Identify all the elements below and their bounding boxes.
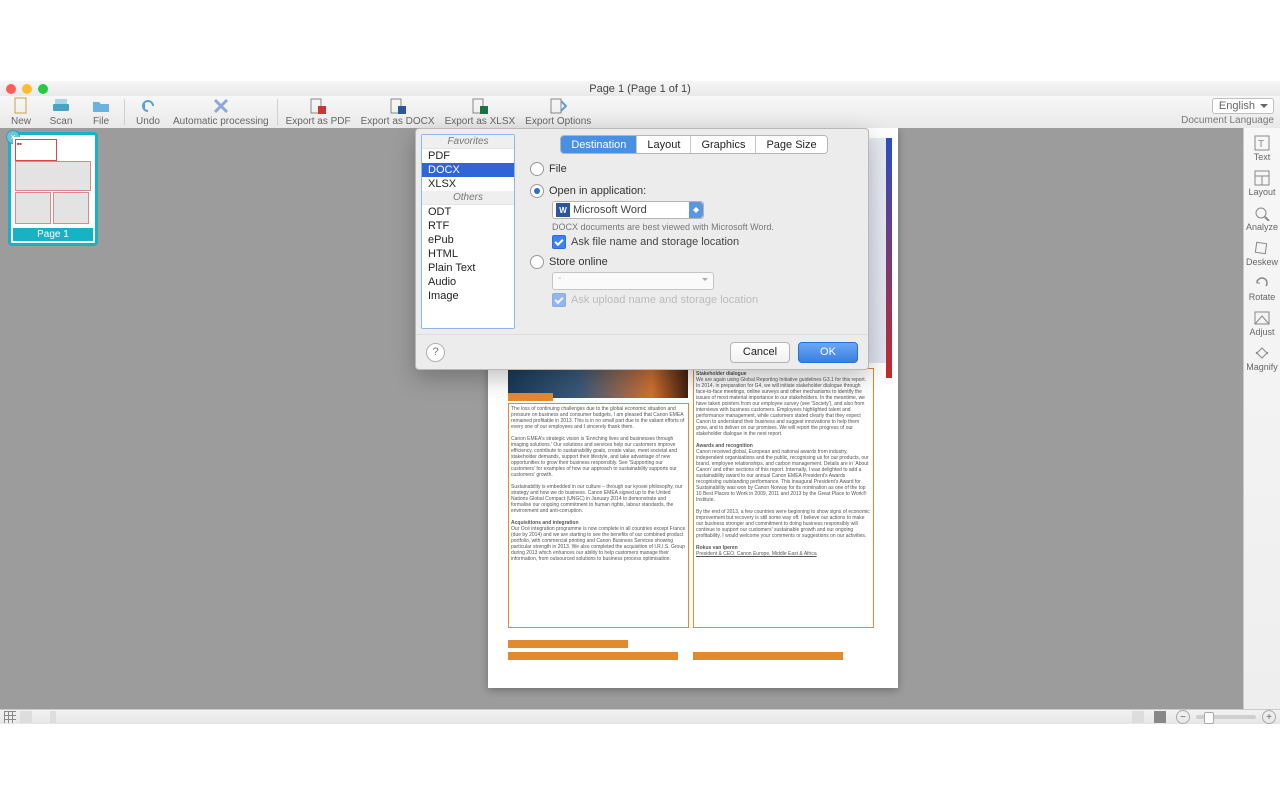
format-audio[interactable]: Audio bbox=[422, 275, 514, 289]
undo-icon bbox=[139, 97, 157, 115]
checkbox-ask-filename[interactable] bbox=[552, 235, 566, 249]
page-view-icon[interactable] bbox=[20, 711, 32, 723]
cross-icon bbox=[212, 97, 230, 115]
radio-open-app[interactable] bbox=[530, 184, 544, 198]
zoom-out-button[interactable]: − bbox=[1176, 710, 1190, 724]
status-bar: − + bbox=[0, 709, 1280, 724]
store-online-dropdown: - bbox=[552, 272, 714, 290]
window-title: Page 1 (Page 1 of 1) bbox=[0, 83, 1280, 95]
analyze-tool-button[interactable]: Analyze bbox=[1244, 202, 1280, 235]
thumbnail-label: Page 1 bbox=[13, 228, 93, 241]
layout-tool-button[interactable]: Layout bbox=[1244, 167, 1280, 200]
folder-icon bbox=[92, 97, 110, 115]
deskew-icon bbox=[1253, 240, 1271, 256]
text-icon: T bbox=[1253, 135, 1271, 151]
layout-icon bbox=[1253, 170, 1271, 186]
grid-view-icon[interactable] bbox=[4, 711, 16, 723]
export-pdf-button[interactable]: Export as PDF bbox=[286, 97, 351, 127]
format-pdf[interactable]: PDF bbox=[422, 149, 514, 163]
zoom-slider[interactable] bbox=[1196, 715, 1256, 719]
language-selector: English Document Language bbox=[1181, 98, 1274, 126]
export-options-icon bbox=[549, 97, 567, 115]
magnify-icon bbox=[1253, 345, 1271, 361]
format-image[interactable]: Image bbox=[422, 289, 514, 303]
format-plaintext[interactable]: Plain Text bbox=[422, 261, 514, 275]
split-view-icon[interactable] bbox=[50, 711, 56, 723]
format-xlsx[interactable]: XLSX bbox=[422, 177, 514, 191]
new-button[interactable]: New bbox=[6, 97, 36, 127]
tab-destination[interactable]: Destination bbox=[561, 136, 637, 153]
dialog-tabs: Destination Layout Graphics Page Size bbox=[560, 135, 827, 154]
tab-graphics[interactable]: Graphics bbox=[691, 136, 756, 153]
export-xlsx-button[interactable]: Export as XLSX bbox=[445, 97, 516, 127]
export-options-dialog: Favorites PDF DOCX XLSX Others ODT RTF e… bbox=[415, 128, 869, 370]
svg-text:T: T bbox=[1258, 139, 1264, 150]
ok-button[interactable]: OK bbox=[798, 342, 858, 363]
dialog-footer: ? Cancel OK bbox=[416, 334, 868, 369]
rotate-tool-button[interactable]: Rotate bbox=[1244, 272, 1280, 305]
rotate-icon bbox=[1253, 275, 1271, 291]
docx-export-icon bbox=[389, 97, 407, 115]
radio-file[interactable] bbox=[530, 162, 544, 176]
tab-page-size[interactable]: Page Size bbox=[756, 136, 826, 153]
help-button[interactable]: ? bbox=[426, 343, 445, 362]
cancel-button[interactable]: Cancel bbox=[730, 342, 790, 363]
scan-button[interactable]: Scan bbox=[46, 97, 76, 127]
export-options-button[interactable]: Export Options bbox=[525, 97, 591, 127]
format-docx[interactable]: DOCX bbox=[422, 163, 514, 177]
checkbox-ask-upload bbox=[552, 293, 566, 307]
analyze-icon bbox=[1253, 205, 1271, 221]
fit-width-icon[interactable] bbox=[1132, 711, 1144, 723]
language-caption: Document Language bbox=[1181, 115, 1274, 126]
formats-others-header: Others bbox=[422, 191, 514, 205]
deskew-tool-button[interactable]: Deskew bbox=[1244, 237, 1280, 270]
ask-filename-label: Ask file name and storage location bbox=[571, 236, 739, 248]
page-thumbnail[interactable]: × ■■ Page 1 bbox=[8, 132, 98, 246]
thumbnail-preview: ■■ bbox=[13, 137, 93, 227]
formats-favorites-header: Favorites bbox=[422, 135, 514, 149]
fit-page-icon[interactable] bbox=[1154, 711, 1166, 723]
app-hint: DOCX documents are best viewed with Micr… bbox=[552, 222, 858, 232]
export-docx-button[interactable]: Export as DOCX bbox=[361, 97, 435, 127]
format-html[interactable]: HTML bbox=[422, 247, 514, 261]
radio-store-online[interactable] bbox=[530, 255, 544, 269]
thumbnail-pane: × ■■ Page 1 bbox=[0, 128, 106, 718]
titlebar: Page 1 (Page 1 of 1) bbox=[0, 81, 1280, 97]
pdf-export-icon bbox=[309, 97, 327, 115]
app-root: Page 1 (Page 1 of 1) New Scan File Undo bbox=[0, 0, 1280, 800]
dest-file-row[interactable]: File bbox=[530, 162, 858, 176]
format-epub[interactable]: ePub bbox=[422, 233, 514, 247]
dest-open-app-row[interactable]: Open in application: bbox=[530, 184, 858, 198]
auto-processing-button[interactable]: Automatic processing bbox=[173, 97, 269, 127]
file-new-icon bbox=[12, 97, 30, 115]
right-toolbar: TText Layout Analyze Deskew Rotate Adjus… bbox=[1243, 128, 1280, 718]
dest-open-app-label: Open in application: bbox=[549, 185, 646, 197]
undo-button[interactable]: Undo bbox=[133, 97, 163, 127]
text-tool-button[interactable]: TText bbox=[1244, 132, 1280, 165]
ask-upload-label: Ask upload name and storage location bbox=[571, 294, 758, 306]
dest-file-label: File bbox=[549, 163, 567, 175]
magnify-tool-button[interactable]: Magnify bbox=[1244, 342, 1280, 375]
format-rtf[interactable]: RTF bbox=[422, 219, 514, 233]
word-icon: W bbox=[556, 203, 570, 217]
chevron-updown-icon bbox=[689, 202, 703, 218]
language-dropdown[interactable]: English bbox=[1212, 98, 1274, 114]
application-dropdown[interactable]: W Microsoft Word bbox=[552, 201, 704, 219]
ask-upload-row: Ask upload name and storage location bbox=[552, 293, 858, 307]
xlsx-export-icon bbox=[471, 97, 489, 115]
zoom-in-button[interactable]: + bbox=[1262, 710, 1276, 724]
format-list: Favorites PDF DOCX XLSX Others ODT RTF e… bbox=[421, 134, 515, 329]
dest-store-online-label: Store online bbox=[549, 256, 608, 268]
dest-store-online-row[interactable]: Store online bbox=[530, 255, 858, 269]
file-button[interactable]: File bbox=[86, 97, 116, 127]
adjust-icon bbox=[1253, 310, 1271, 326]
tab-layout[interactable]: Layout bbox=[637, 136, 691, 153]
adjust-tool-button[interactable]: Adjust bbox=[1244, 307, 1280, 340]
ask-filename-row[interactable]: Ask file name and storage location bbox=[552, 235, 858, 249]
scanner-icon bbox=[52, 97, 70, 115]
format-odt[interactable]: ODT bbox=[422, 205, 514, 219]
toolbar: New Scan File Undo Automatic processing bbox=[0, 96, 1280, 129]
